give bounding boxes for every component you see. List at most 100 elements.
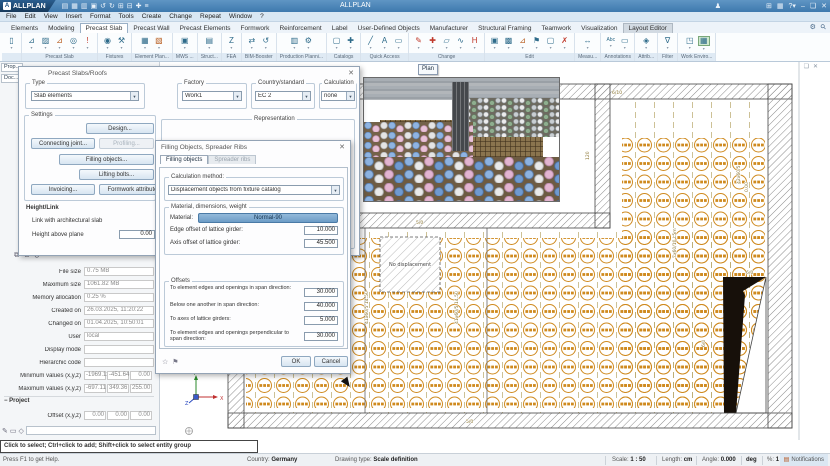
menu-view[interactable]: View [40,13,62,20]
menu-file[interactable]: File [2,13,20,20]
type-dropdown[interactable]: Slab elements▼ [31,91,139,101]
filling-objects-button[interactable]: Filling objects... [59,154,154,165]
plot-icon[interactable]: ▣ [91,2,98,10]
tab-modeling[interactable]: Modeling [43,24,79,33]
tab-teamwork[interactable]: Teamwork [537,24,577,33]
adjust-icon[interactable]: ∿▾ [454,37,467,50]
drawing-type-status[interactable]: Drawing type: Scale definition [335,454,418,466]
close-icon[interactable]: ✕ [821,2,827,10]
menu-edit[interactable]: Edit [20,13,39,20]
menu-window[interactable]: Window [225,13,256,20]
annotation-text-icon[interactable]: Abc▾ [604,38,617,48]
help-icon[interactable]: ?▾ [789,2,796,10]
tab-spreader-ribs[interactable]: Spreader ribs [208,155,256,164]
property-value[interactable]: 0.00 [84,411,106,420]
favorite-icon[interactable]: ◇ [19,427,24,435]
calculation-dropdown[interactable]: none▼ [321,91,355,101]
precast-catalog-icon[interactable]: ▯▾ [5,37,18,50]
menu-tools[interactable]: Tools [115,13,138,20]
chevron-down-icon[interactable]: ▼ [233,92,241,100]
close-icon[interactable]: ✕ [348,69,354,77]
production-settings-icon[interactable]: ⚙▾ [302,37,315,50]
edge-offset-field[interactable]: 10.000 [304,226,338,235]
angle-status[interactable]: Angle: 0.000 [702,454,736,466]
production-data-icon[interactable]: ▥▾ [288,37,301,50]
project-section-header[interactable]: − Project [4,396,154,404]
save-favorite-icon[interactable]: ☆ [162,358,168,366]
compass-icon[interactable] [186,428,193,435]
palette-filter-input[interactable] [26,426,156,435]
mws-icon[interactable]: ▣▾ [178,37,191,50]
undo-icon[interactable]: ↺ [100,2,106,10]
axis-offset-field[interactable]: 45.500 [304,239,338,248]
slab-design-icon[interactable]: ⊿▾ [25,37,38,50]
offset-field[interactable]: 5.000 [304,316,338,325]
property-value[interactable] [84,358,154,367]
notifications-button[interactable]: ▤Notifications [780,454,828,466]
copy-elements-icon[interactable]: ▣▾ [488,37,501,50]
pickup-icon[interactable]: ▭ [10,427,17,435]
invoicing-button[interactable]: Invoicing... [31,184,95,195]
offset-field[interactable]: 40.000 [304,302,338,311]
pencil-icon[interactable]: ✎ [2,427,8,435]
restore-icon[interactable]: ❏ [810,2,816,10]
connecting-joint-button[interactable]: Connecting joint... [31,138,95,149]
property-value[interactable]: 255.00 [130,384,152,393]
structure-icon[interactable]: ▤▾ [203,37,216,50]
height-icon[interactable]: H▾ [468,37,481,50]
profiling-button[interactable]: Profiling... [99,138,154,149]
catalog-icon[interactable]: ▢▾ [330,37,343,50]
shop-icon[interactable]: ▦ [777,2,784,10]
property-value[interactable]: -697.11 [84,384,106,393]
tab-structural-framing[interactable]: Structural Framing [473,24,536,33]
property-value[interactable]: -451.64 [107,371,129,380]
more-icon[interactable]: ≡ [145,3,149,10]
duplicate-icon[interactable]: ▩▾ [502,37,515,50]
property-value[interactable]: local [84,332,154,341]
window-tool-icon[interactable]: ⊟ [127,2,133,10]
property-value[interactable]: 349.36 [107,384,129,393]
tab-precast-elements[interactable]: Precast Elements [175,24,236,33]
cancel-button[interactable]: Cancel [314,356,348,367]
tab-manufacturer[interactable]: Manufacturer [425,24,473,33]
chevron-down-icon[interactable]: ▼ [302,92,310,100]
user-icon[interactable]: ♟ [715,2,721,10]
measure-icon[interactable]: ↔▾ [581,37,594,50]
label-frame-icon[interactable]: ▭▾ [618,37,631,50]
text-icon[interactable]: A▾ [378,37,391,50]
tab-filling-objects[interactable]: Filling objects [160,155,208,164]
catalog-edit-icon[interactable]: ✚▾ [344,37,357,50]
dimension-box-icon[interactable]: ▭▾ [392,37,405,50]
slab-mesh-icon[interactable]: ▨▾ [39,37,52,50]
redo-icon[interactable]: ↻ [109,2,115,10]
close-icon[interactable]: ✕ [339,143,345,151]
new-icon[interactable]: ▤ [62,2,69,10]
tab-elements[interactable]: Elements [6,24,43,33]
slab-update-icon[interactable]: !▾ [81,37,94,50]
property-value[interactable]: 0.00 [130,371,152,380]
property-value[interactable]: 0.00 [107,411,129,420]
property-value[interactable]: 01.04.2025, 10:50:01 [84,319,154,328]
save-icon[interactable]: ▥ [81,2,88,10]
move-icon[interactable]: ⊿▾ [516,37,529,50]
bim-transfer-icon[interactable]: ⇄▾ [245,37,258,50]
percent-status[interactable]: %: 1 [767,454,779,466]
bim-sync-icon[interactable]: ↺▾ [259,37,272,50]
wizard-icon[interactable]: ✚ [136,2,142,10]
tab-reinforcement[interactable]: Reinforcement [274,24,326,33]
fixture-edit-icon[interactable]: ⚒▾ [115,37,128,50]
menu-help[interactable]: ? [256,13,268,20]
stretch-icon[interactable]: ✚▾ [426,37,439,50]
element-plan-icon[interactable]: ▦▾ [138,37,151,50]
tab-label[interactable]: Label [327,24,353,33]
property-value[interactable]: 0.00 [130,411,152,420]
draw-line-icon[interactable]: ╱▾ [364,37,377,50]
no-displacement-zone[interactable]: No displacement [380,237,440,292]
material-button[interactable]: Normal-90 [198,213,338,223]
menu-change[interactable]: Change [165,13,196,20]
copy-tool-icon[interactable]: ⊞ [118,2,124,10]
open-icon[interactable]: ▦ [71,2,78,10]
tab-precast-slab[interactable]: Precast Slab [80,23,129,33]
fixture-icon[interactable]: ◉▾ [101,37,114,50]
modify-icon[interactable]: ✎▾ [412,37,425,50]
